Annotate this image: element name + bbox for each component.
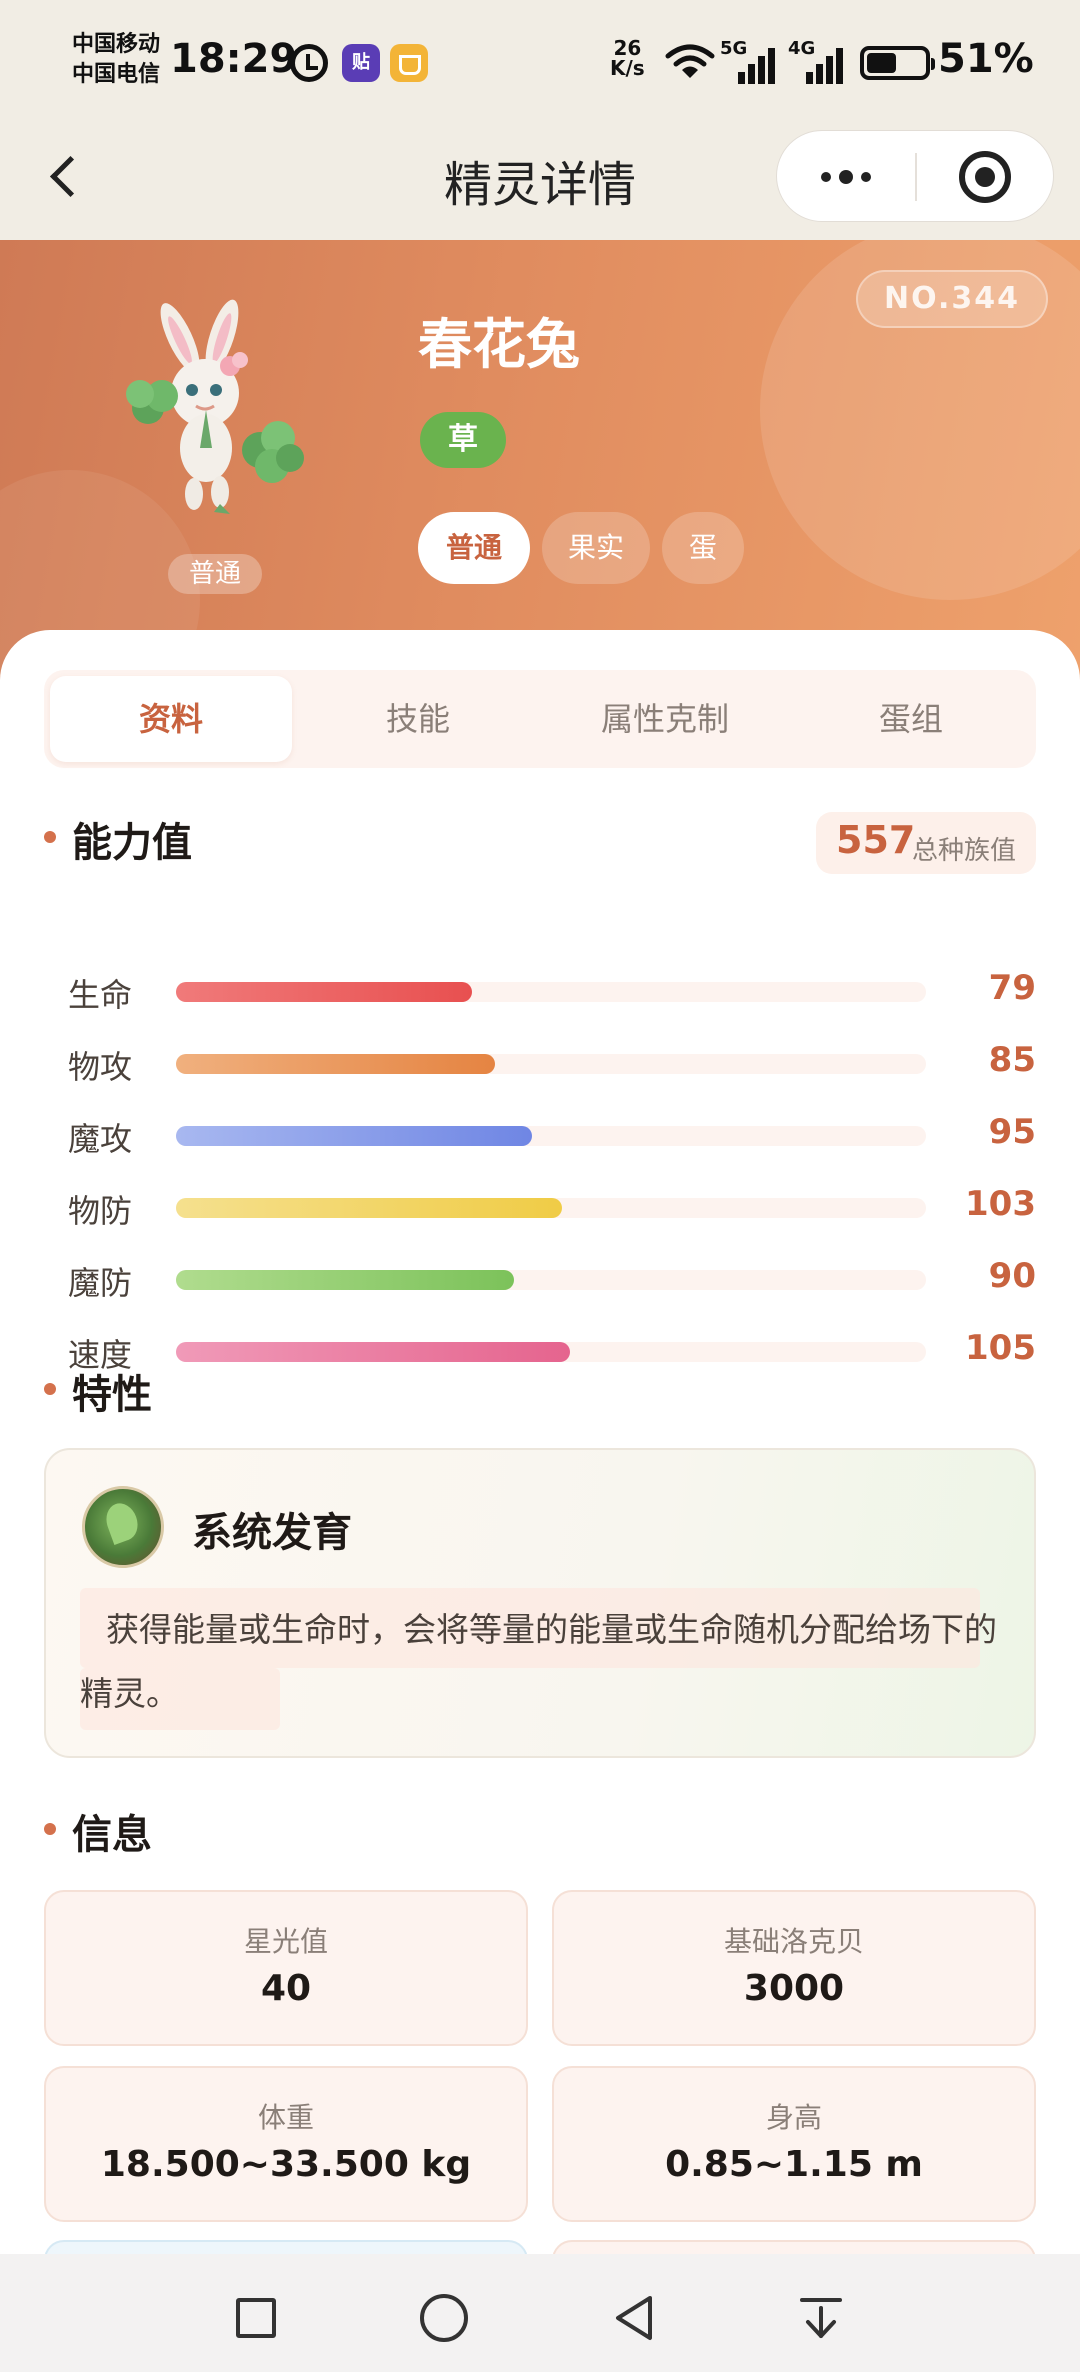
signal-5g-icon: 5G (720, 38, 778, 84)
miniprogram-capsule (776, 130, 1054, 222)
detail-card: 资料 技能 属性克制 蛋组 能力值 557 总种族值 生命 79 物攻 85 魔攻 95 物… (0, 630, 1080, 2270)
stat-value: 95 (988, 1112, 1036, 1152)
signal-5g-tag: 5G (720, 38, 748, 59)
stat-label: 生命 (68, 976, 133, 1014)
info-value: 0.85~1.15 m (665, 2144, 923, 2185)
trait-card: 系统发育 获得能量或生命时，会将等量的能量或生命随机分配给场下的精灵。 (44, 1448, 1036, 1758)
net-speed-unit: K/s (610, 56, 645, 80)
sprout-icon (82, 1486, 164, 1568)
tab-skills[interactable]: 技能 (297, 676, 539, 762)
status-bar: 中国移动 中国电信 18:29 贴 26 K/s 5G 4G 51% (0, 0, 1080, 120)
stat-row: 物攻 85 (0, 1038, 1080, 1088)
stat-bar-track (176, 1126, 926, 1146)
hero-header: NO.344 普通 春花兔 草 普通 果实 蛋 (0, 240, 1080, 680)
stat-bar-fill (176, 982, 473, 1002)
stat-value: 90 (988, 1256, 1036, 1296)
trait-name: 系统发育 (192, 1510, 352, 1556)
info-value: 18.500~33.500 kg (100, 2144, 472, 2185)
pet-name: 春花兔 (418, 313, 580, 376)
stat-bar-track (176, 1054, 926, 1074)
info-label: 体重 (257, 2101, 314, 2134)
stat-bar-track (176, 1198, 926, 1218)
stat-label: 魔防 (68, 1264, 133, 1302)
info-height: 身高 0.85~1.15 m (552, 2066, 1036, 2222)
info-value: 3000 (743, 1968, 845, 2009)
cup-app-icon (390, 44, 428, 82)
stat-row: 魔攻 95 (0, 1110, 1080, 1160)
stat-bar-fill (176, 1126, 533, 1146)
detail-tabs: 资料 技能 属性克制 蛋组 (44, 670, 1036, 768)
stat-bar-fill (176, 1054, 495, 1074)
system-nav-bar (0, 2254, 1080, 2372)
stat-bar-track (176, 982, 926, 1002)
nav-back-icon[interactable] (610, 2292, 660, 2344)
stat-value: 85 (988, 1040, 1036, 1080)
info-base-coins: 基础洛克贝 3000 (552, 1890, 1036, 2046)
form-tab-fruit[interactable]: 果实 (542, 512, 650, 584)
pet-number-badge: NO.344 (856, 270, 1048, 328)
tab-egg-group[interactable]: 蛋组 (790, 676, 1032, 762)
stat-bar-track (176, 1342, 926, 1362)
stat-value: 105 (965, 1328, 1036, 1368)
sprite-form-label: 普通 (168, 554, 262, 594)
recent-apps-icon[interactable] (236, 2298, 276, 2338)
battery-percent: 51% (938, 36, 1034, 82)
total-stats-value: 557 (836, 818, 916, 862)
stat-value: 79 (988, 968, 1036, 1008)
net-speed-value: 26 (613, 36, 642, 60)
type-badge: 草 (420, 412, 506, 468)
battery-icon (860, 46, 935, 80)
tab-profile[interactable]: 资料 (50, 676, 292, 762)
form-tab-normal[interactable]: 普通 (418, 512, 530, 584)
stat-value: 103 (965, 1184, 1036, 1224)
info-stardust: 星光值 40 (44, 1890, 528, 2046)
total-stats-badge: 557 总种族值 (816, 812, 1036, 874)
info-section-title: 信息 (44, 1802, 152, 1860)
alarm-icon (290, 44, 328, 82)
status-time: 18:29 (170, 36, 298, 82)
stat-bar-track (176, 1270, 926, 1290)
carrier-1: 中国移动 (72, 32, 161, 57)
more-icon[interactable] (817, 167, 877, 187)
signal-4g-icon: 4G (788, 38, 846, 84)
capsule-divider (915, 153, 917, 201)
tieba-app-icon: 贴 (342, 44, 380, 82)
stat-row: 物防 103 (0, 1182, 1080, 1232)
trait-description: 获得能量或生命时，会将等量的能量或生命随机分配给场下的精灵。 (80, 1610, 997, 1713)
total-stats-label: 总种族值 (912, 836, 1017, 866)
tab-type-matchup[interactable]: 属性克制 (544, 676, 786, 762)
close-target-icon[interactable] (959, 151, 1011, 203)
signal-4g-tag: 4G (788, 38, 816, 59)
stat-row: 生命 79 (0, 966, 1080, 1016)
info-weight: 体重 18.500~33.500 kg (44, 2066, 528, 2222)
trait-section-title: 特性 (44, 1362, 152, 1420)
net-speed: 26 K/s (610, 38, 645, 78)
info-value: 40 (260, 1968, 312, 2009)
carrier-labels: 中国移动 中国电信 (72, 30, 160, 90)
stat-bar-fill (176, 1270, 514, 1290)
info-label: 身高 (765, 2101, 822, 2134)
stat-bar-fill (176, 1342, 570, 1362)
wifi-icon (665, 44, 715, 80)
stats-section-title: 能力值 (44, 810, 192, 868)
carrier-2: 中国电信 (72, 62, 161, 87)
form-tab-egg[interactable]: 蛋 (662, 512, 744, 584)
home-icon[interactable] (420, 2294, 468, 2342)
stat-label: 魔攻 (68, 1120, 133, 1158)
stat-label: 物攻 (68, 1048, 133, 1086)
info-label: 星光值 (243, 1925, 328, 1958)
pet-sprite-image (126, 299, 304, 514)
stat-row: 速度 105 (0, 1326, 1080, 1376)
stat-bar-fill (176, 1198, 563, 1218)
stat-label: 物防 (68, 1192, 133, 1230)
stat-row: 魔防 90 (0, 1254, 1080, 1304)
info-label: 基础洛克贝 (723, 1925, 864, 1958)
notification-pull-icon[interactable] (796, 2292, 846, 2344)
